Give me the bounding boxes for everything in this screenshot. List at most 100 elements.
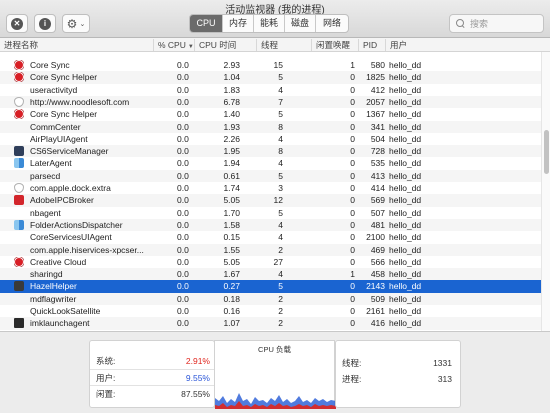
tab-disk[interactable]: 磁盘 xyxy=(285,15,316,32)
tab-memory[interactable]: 内存 xyxy=(223,15,254,32)
process-icon-cell xyxy=(14,294,24,304)
column-header-idle-wake[interactable]: 闲置唤醒 xyxy=(311,39,357,51)
process-threads: 12 xyxy=(273,195,283,206)
process-pid: 469 xyxy=(370,244,385,255)
user-label: 用户: xyxy=(96,373,116,383)
column-header-cpu[interactable]: % CPU ▼ xyxy=(153,39,194,51)
table-row[interactable]: mdflagwriter 0.0 0.18 2 0 509 hello_dd xyxy=(0,292,541,305)
process-name: FolderActionsDispatcher xyxy=(30,219,123,230)
process-user: hello_dd xyxy=(389,244,422,255)
process-cpu-time: 2.26 xyxy=(223,133,240,144)
cpu-stats-box: 系统: 2.91% 用户: 9.55% 闲置: 87.55% xyxy=(89,340,215,408)
table-row[interactable]: imklaunchagent 0.0 1.07 2 0 416 hello_dd xyxy=(0,317,541,330)
table-row[interactable]: CommCenter 0.0 1.93 8 0 341 hello_dd xyxy=(0,120,541,133)
process-name: Core Sync xyxy=(30,60,70,70)
table-row[interactable]: useractivityd 0.0 1.83 4 0 412 hello_dd xyxy=(0,84,541,96)
process-cpu-time: 1.67 xyxy=(223,269,240,280)
column-header-threads[interactable]: 线程 xyxy=(256,39,306,51)
cpu-load-graph xyxy=(215,393,336,409)
table-row[interactable]: QuickLookSatellite 0.0 0.16 2 0 2161 hello_dd xyxy=(0,305,541,317)
column-header-user[interactable]: 用户 xyxy=(385,39,445,51)
table-row[interactable]: Core Sync Helper 0.0 1.04 5 0 1825 hello_dd xyxy=(0,71,541,84)
process-threads: 8 xyxy=(278,146,283,157)
table-row[interactable]: LaterAgent 0.0 1.94 4 0 535 hello_dd xyxy=(0,157,541,169)
process-icon-cell xyxy=(14,158,24,169)
process-cpu-time: 2.93 xyxy=(223,60,240,70)
table-row[interactable]: HazelHelper 0.0 0.27 5 0 2143 hello_dd xyxy=(0,280,541,293)
table-row[interactable]: parsecd 0.0 0.61 5 0 413 hello_dd xyxy=(0,169,541,182)
tab-cpu[interactable]: CPU xyxy=(190,15,223,32)
process-pid: 580 xyxy=(370,60,385,70)
process-threads: 5 xyxy=(278,109,283,120)
process-cpu-time: 5.05 xyxy=(223,256,240,267)
table-row[interactable]: AdobeIPCBroker 0.0 5.05 12 0 569 hello_dd xyxy=(0,194,541,207)
processes-count-value: 313 xyxy=(437,374,452,384)
process-threads: 15 xyxy=(273,60,283,70)
table-row[interactable]: http://www.noodlesoft.com 0.0 6.78 7 0 2057 he… xyxy=(0,95,541,109)
process-icon-cell xyxy=(14,245,24,255)
process-name: mdflagwriter xyxy=(30,293,77,304)
process-name: imklaunchagent xyxy=(30,318,90,329)
column-header-name[interactable]: 进程名称 xyxy=(4,39,38,51)
threads-count-label: 线程: xyxy=(342,358,362,368)
process-cpu-time: 1.74 xyxy=(223,183,240,193)
process-name: Core Sync Helper xyxy=(30,72,98,83)
idle-label: 闲置: xyxy=(96,389,116,399)
process-name: useractivityd xyxy=(30,84,78,95)
process-user: hello_dd xyxy=(389,158,422,169)
scrollbar-thumb[interactable] xyxy=(544,130,549,174)
process-pid: 481 xyxy=(370,219,385,230)
vertical-scrollbar[interactable] xyxy=(541,52,550,331)
process-user: hello_dd xyxy=(389,72,422,83)
process-user: hello_dd xyxy=(389,232,422,243)
table-row[interactable]: Core Sync Helper 0.0 1.40 5 0 1367 hello_dd xyxy=(0,108,541,120)
table-row[interactable]: com.apple.dock.extra 0.0 1.74 3 0 414 hello_dd xyxy=(0,182,541,194)
process-icon-cell xyxy=(14,96,24,107)
process-icon-cell xyxy=(14,219,24,230)
info-icon: i xyxy=(39,17,51,30)
column-header-cpu-time[interactable]: CPU 时间 xyxy=(194,39,246,51)
user-value: 9.55% xyxy=(185,373,210,383)
process-threads: 4 xyxy=(278,133,283,144)
process-pid: 1825 xyxy=(366,72,385,83)
process-cpu-time: 1.93 xyxy=(223,121,240,132)
process-pid: 458 xyxy=(370,269,385,280)
process-icon-cell xyxy=(14,269,24,279)
search-input[interactable] xyxy=(470,18,540,29)
shield-icon xyxy=(14,96,24,107)
hazel-icon xyxy=(14,281,24,292)
table-row[interactable]: Creative Cloud 0.0 5.05 27 0 566 hello_dd xyxy=(0,256,541,268)
process-icon-cell xyxy=(14,109,24,120)
process-icon-cell xyxy=(14,85,24,95)
column-header-pid[interactable]: PID xyxy=(358,39,386,51)
table-row[interactable]: Core Sync 0.0 2.93 15 1 580 hello_dd xyxy=(0,59,541,71)
finder-icon xyxy=(14,158,24,169)
table-row[interactable]: com.apple.hiservices-xpcser... 0.0 1.55 2 0 4… xyxy=(0,243,541,256)
process-icon-cell xyxy=(14,256,24,267)
process-pid: 341 xyxy=(370,121,385,132)
table-row[interactable]: FolderActionsDispatcher 0.0 1.58 4 0 481 hello… xyxy=(0,218,541,232)
table-row[interactable]: CoreServicesUIAgent 0.0 0.15 4 0 2100 hello_dd xyxy=(0,231,541,243)
process-name: CommCenter xyxy=(30,121,81,132)
search-box[interactable] xyxy=(449,14,544,33)
creative-cloud-icon xyxy=(14,256,24,267)
table-row[interactable]: AirPlayUIAgent 0.0 2.26 4 0 504 hello_dd xyxy=(0,133,541,145)
process-pid: 414 xyxy=(370,183,385,193)
process-icon-cell xyxy=(14,208,24,218)
stop-process-button[interactable]: ✕ xyxy=(6,14,28,33)
process-cpu-time: 6.78 xyxy=(223,96,240,107)
actions-menu-button[interactable]: ⚙ ⌄ xyxy=(62,14,90,33)
table-row[interactable]: sharingd 0.0 1.67 4 1 458 hello_dd xyxy=(0,268,541,281)
tab-network[interactable]: 网络 xyxy=(316,15,348,32)
idle-stat-row: 闲置: 87.55% xyxy=(90,385,214,401)
process-user: hello_dd xyxy=(389,306,422,316)
inspect-process-button[interactable]: i xyxy=(34,14,56,33)
process-user: hello_dd xyxy=(389,219,422,230)
table-row[interactable]: nbagent 0.0 1.70 5 0 507 hello_dd xyxy=(0,207,541,219)
table-row[interactable]: CS6ServiceManager 0.0 1.95 8 0 728 hello_dd xyxy=(0,145,541,158)
process-icon-cell xyxy=(14,146,24,157)
sort-descending-icon: ▼ xyxy=(187,44,194,50)
process-cpu-time: 1.95 xyxy=(223,146,240,157)
cs6-icon xyxy=(14,146,24,157)
tab-energy[interactable]: 能耗 xyxy=(254,15,285,32)
